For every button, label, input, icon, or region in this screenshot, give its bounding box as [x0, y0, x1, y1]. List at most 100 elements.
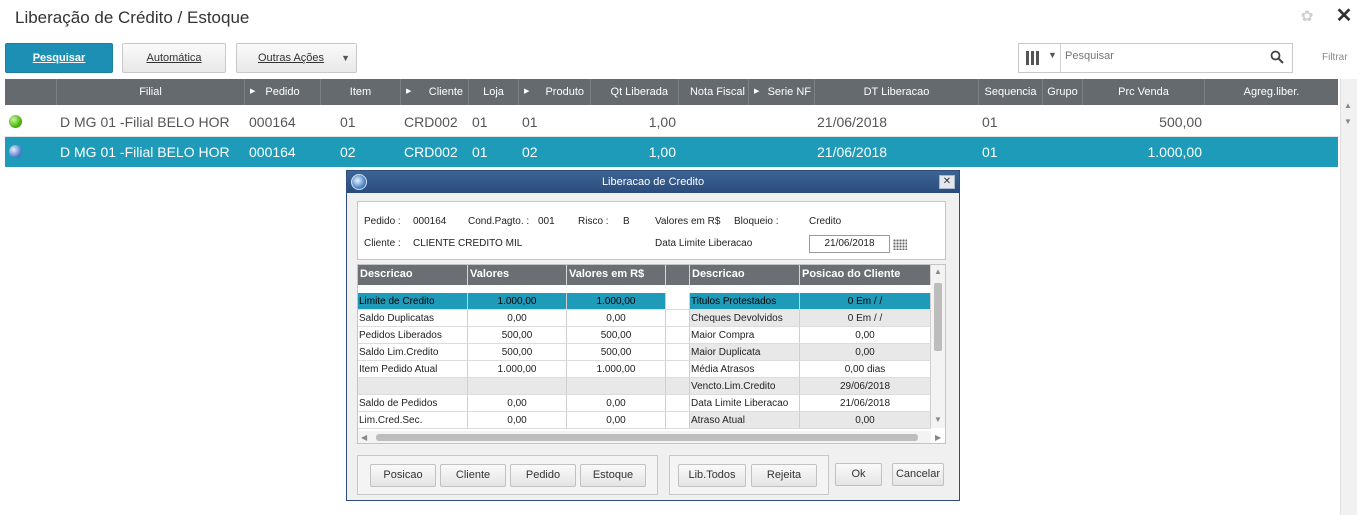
col-dt-liberacao[interactable]: DT Liberacao: [815, 79, 979, 105]
col-cliente-label: Cliente: [428, 86, 463, 98]
cell-spacer: [666, 361, 690, 378]
col-item[interactable]: Item: [321, 79, 401, 105]
sort-icon: ▶: [754, 88, 760, 95]
cell-descricao: Pedidos Liberados: [358, 327, 468, 344]
th-posicao-cliente: Posicao do Cliente: [800, 265, 931, 285]
cell-sequencia: 01: [982, 114, 998, 130]
cell-filial: D MG 01 -Filial BELO HOR: [60, 114, 230, 130]
button-group-right: Lib.Todos Rejeita: [669, 455, 829, 495]
scroll-thumb[interactable]: [376, 434, 918, 441]
col-sequencia[interactable]: Sequencia: [979, 79, 1043, 105]
col-serie-nf[interactable]: ▶ Serie NF: [749, 79, 815, 105]
table-vscroll[interactable]: ▲ ▼: [931, 265, 945, 428]
credit-table: Descricao Valores Valores em R$ Descrica…: [357, 264, 946, 444]
cell-spacer: [666, 310, 690, 327]
bloqueio-value: Credito: [809, 216, 842, 227]
col-nota-fiscal[interactable]: Nota Fiscal: [679, 79, 749, 105]
pesquisar-button[interactable]: Pesquisar: [5, 43, 113, 73]
th-valores-rs: Valores em R$: [567, 265, 666, 285]
columns-icon: [1026, 51, 1040, 65]
cell-descricao: Item Pedido Atual: [358, 361, 468, 378]
grid-header: Filial ▶ Pedido Item ▶ Cliente Loja ▶ Produ…: [5, 79, 1338, 105]
automatica-button[interactable]: Automática: [122, 43, 226, 73]
columns-selector[interactable]: ▼: [1019, 44, 1061, 72]
cell-spacer: [666, 412, 690, 429]
col-loja[interactable]: Loja: [469, 79, 519, 105]
cell-prc-venda: 1.000,00: [1147, 144, 1203, 160]
scroll-up-icon[interactable]: ▲: [934, 267, 942, 276]
cell-descricao-2: Atraso Atual: [690, 412, 800, 429]
th-descricao: Descricao: [358, 265, 468, 285]
lib-todos-button[interactable]: Lib.Todos: [678, 464, 746, 487]
cliente-button[interactable]: Cliente: [440, 464, 506, 487]
table-row-selected[interactable]: D MG 01 -Filial BELO HOR 000164 02 CRD00…: [5, 137, 1338, 167]
col-agreg-liber[interactable]: Agreg.liber.: [1205, 79, 1338, 105]
estoque-button[interactable]: Estoque: [580, 464, 646, 487]
scroll-down-icon[interactable]: ▼: [934, 415, 942, 424]
col-qt-liberada[interactable]: Qt Liberada: [591, 79, 679, 105]
close-icon[interactable]: ✕: [939, 175, 955, 189]
cell-valores: 1.000,00: [468, 293, 567, 310]
pedido-button[interactable]: Pedido: [510, 464, 576, 487]
risco-value: B: [623, 216, 630, 227]
cell-spacer: [666, 378, 690, 395]
scroll-down-icon[interactable]: ▼: [1344, 117, 1352, 126]
calendar-icon[interactable]: [893, 239, 907, 250]
filtrar-link[interactable]: Filtrar: [1322, 52, 1348, 63]
cancelar-button[interactable]: Cancelar: [892, 463, 944, 486]
cell-loja: 01: [472, 144, 488, 160]
button-group-left: Posicao Cliente Pedido Estoque: [357, 455, 658, 495]
cell-pedido: 000164: [249, 144, 296, 160]
search-icon[interactable]: [1270, 50, 1284, 64]
sort-icon: ▶: [250, 88, 256, 95]
pedido-label: Pedido :: [364, 216, 401, 227]
close-icon[interactable]: ✕: [1334, 6, 1354, 26]
cell-posicao: 29/06/2018: [800, 378, 931, 395]
col-serie-nf-label: Serie NF: [767, 86, 811, 98]
cell-descricao: Saldo Duplicatas: [358, 310, 468, 327]
search-input[interactable]: [1065, 50, 1255, 62]
cell-descricao-2: Média Atrasos: [690, 361, 800, 378]
cell-valores-rs: 500,00: [567, 344, 666, 361]
ok-button[interactable]: Ok: [835, 463, 882, 486]
cell-posicao: 0 Em / /: [800, 293, 931, 310]
scroll-up-icon[interactable]: ▲: [1344, 101, 1352, 110]
dialog-titlebar[interactable]: Liberacao de Credito ✕: [347, 171, 959, 193]
cell-posicao: 0,00: [800, 412, 931, 429]
posicao-button[interactable]: Posicao: [370, 464, 436, 487]
status-green-icon: [9, 115, 22, 128]
cell-posicao: 0,00: [800, 327, 931, 344]
cell-descricao-2: Vencto.Lim.Credito: [690, 378, 800, 395]
data-limite-field[interactable]: 21/06/2018: [809, 235, 890, 253]
col-grupo[interactable]: Grupo: [1043, 79, 1083, 105]
rejeita-button[interactable]: Rejeita: [751, 464, 817, 487]
col-prc-venda[interactable]: Prc Venda: [1083, 79, 1205, 105]
cell-descricao-2: Cheques Devolvidos: [690, 310, 800, 327]
table-hscroll[interactable]: ◀ ▶: [358, 431, 941, 443]
col-produto[interactable]: ▶ Produto: [519, 79, 591, 105]
col-filial[interactable]: Filial: [57, 79, 245, 105]
cell-valores: 500,00: [468, 344, 567, 361]
outras-acoes-button[interactable]: Outras Ações ▼: [236, 43, 357, 73]
app-icon: [351, 174, 367, 190]
data-limite-label: Data Limite Liberacao: [655, 238, 753, 249]
col-cliente[interactable]: ▶ Cliente: [401, 79, 469, 105]
cell-descricao-2: Data Limite Liberacao: [690, 395, 800, 412]
cell-loja: 01: [472, 114, 488, 130]
automatica-label: Automática: [146, 52, 202, 64]
gear-icon[interactable]: ✿: [1299, 9, 1315, 25]
col-pedido-label: Pedido: [265, 86, 300, 98]
table-row[interactable]: D MG 01 -Filial BELO HOR 000164 01 CRD00…: [5, 107, 1338, 137]
dialog-title: Liberacao de Credito: [601, 176, 705, 188]
col-pedido[interactable]: ▶ Pedido: [245, 79, 321, 105]
col-produto-label: Produto: [545, 86, 584, 98]
cell-valores-rs: 1.000,00: [567, 361, 666, 378]
cell-dt-liberacao: 21/06/2018: [817, 144, 888, 160]
scroll-left-icon[interactable]: ◀: [361, 433, 367, 442]
scroll-thumb[interactable]: [934, 283, 942, 351]
grid-scrollbar[interactable]: ▲ ▼: [1340, 79, 1357, 515]
scroll-right-icon[interactable]: ▶: [935, 433, 941, 442]
th-valores: Valores: [468, 265, 567, 285]
cell-valores-rs: [567, 378, 666, 395]
cell-spacer: [666, 395, 690, 412]
